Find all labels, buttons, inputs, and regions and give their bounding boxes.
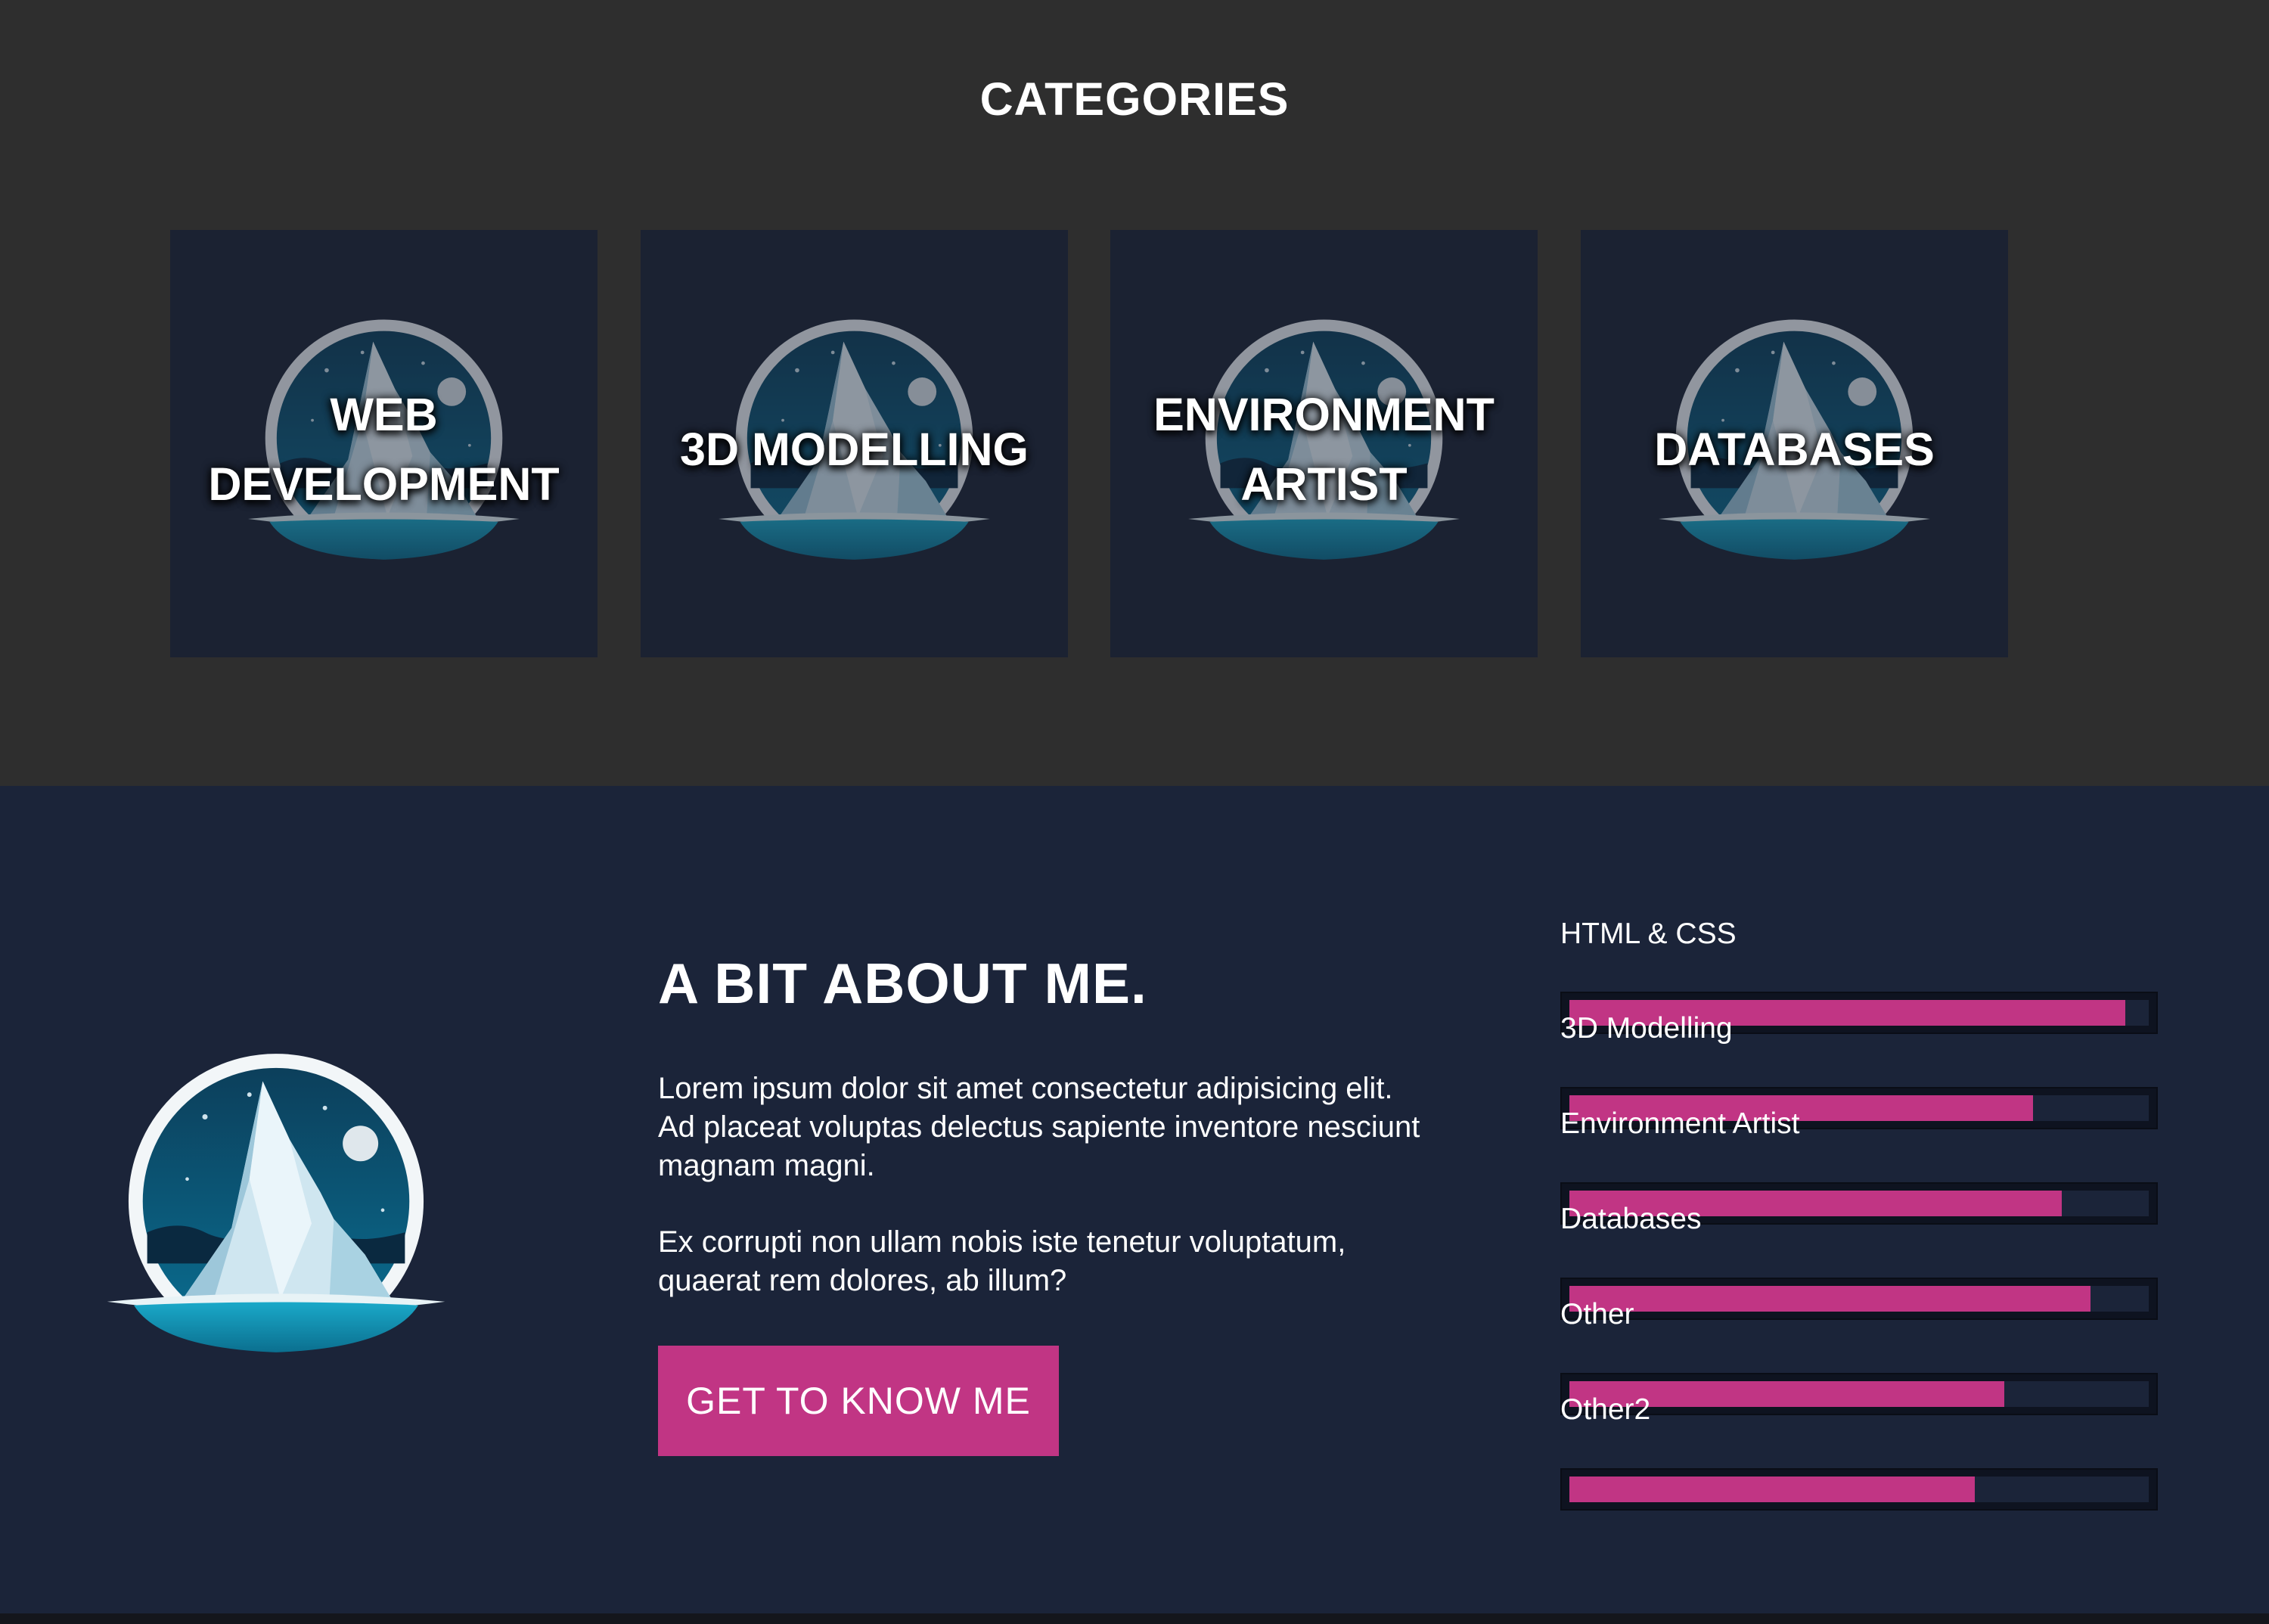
skill-label-other: Other	[1560, 1298, 1634, 1331]
skill-fill	[1569, 1286, 2091, 1312]
skill-label-html-css: HTML & CSS	[1560, 918, 1737, 950]
about-title: A BIT ABOUT ME.	[658, 952, 1147, 1015]
skill-label-environment-artist: Environment Artist	[1560, 1107, 1800, 1140]
categories-section: CATEGORIES WEB DEVELOPMENT 3D MODELLING E…	[0, 0, 2269, 786]
category-label: ENVIRONMENT ARTIST	[1153, 389, 1495, 510]
category-card-3d-modelling[interactable]: 3D MODELLING	[641, 230, 1068, 657]
footer-strip	[0, 1613, 2269, 1624]
category-label: 3D MODELLING	[680, 424, 1029, 475]
skill-fill	[1569, 1477, 1976, 1502]
category-card-databases[interactable]: DATABASES	[1581, 230, 2008, 657]
skill-label-other2: Other2	[1560, 1393, 1651, 1426]
skill-bar-databases	[1560, 1278, 2158, 1320]
about-section: A BIT ABOUT ME. Lorem ipsum dolor sit am…	[0, 786, 2269, 1613]
get-to-know-me-button[interactable]: GET TO KNOW ME	[658, 1346, 1059, 1456]
skill-label-databases: Databases	[1560, 1203, 1702, 1235]
category-card-environment-artist[interactable]: ENVIRONMENT ARTIST	[1110, 230, 1538, 657]
about-paragraph-2: Ex corrupti non ullam nobis iste tenetur…	[658, 1225, 1346, 1297]
category-label: DATABASES	[1654, 424, 1935, 475]
categories-heading: CATEGORIES	[979, 73, 1290, 125]
category-label: WEB DEVELOPMENT	[208, 389, 560, 510]
skill-label-3d-modelling: 3D Modelling	[1560, 1012, 1733, 1045]
skill-bar-other2	[1560, 1468, 2158, 1511]
category-card-web-development[interactable]: WEB DEVELOPMENT	[170, 230, 598, 657]
iceberg-logo-icon	[98, 1043, 454, 1368]
about-paragraph-1: Lorem ipsum dolor sit amet consectetur a…	[658, 1072, 1420, 1182]
